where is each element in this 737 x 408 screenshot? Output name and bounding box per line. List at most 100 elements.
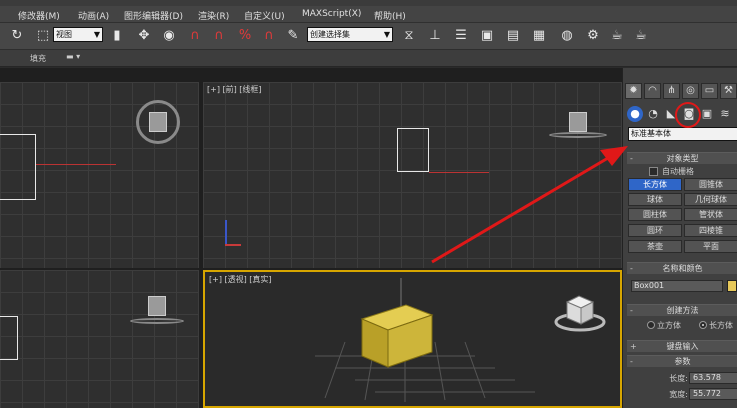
schematic-view-icon[interactable]: ▦	[530, 27, 548, 45]
length-field[interactable]: 63.578	[689, 372, 737, 384]
render-setup-icon[interactable]: ⚙	[584, 27, 602, 45]
angle-snap-icon[interactable]: ∩	[210, 27, 228, 45]
viewport-top[interactable]	[0, 82, 199, 268]
viewport-front[interactable]: [+] [前] [线框]	[203, 82, 622, 268]
command-panel: ✹ ◠ ⋔ ◎ ▭ ⚒ ● ◔ ◣ ◙ ▣ ≋ 标准基本体 - 对象类型 自动栅格…	[622, 68, 737, 408]
mirror-icon[interactable]: ⧖	[400, 27, 418, 45]
box-radio-label: 长方体	[709, 321, 733, 330]
cube-radio[interactable]	[647, 321, 655, 329]
move-icon[interactable]: ✥	[135, 27, 153, 45]
width-row: 宽度: 55.772	[627, 388, 737, 401]
edit-named-selection-icon[interactable]: ✎	[284, 27, 302, 45]
percent-snap-icon[interactable]: %	[236, 27, 254, 45]
viewcube[interactable]	[148, 296, 166, 316]
curve-editor-icon[interactable]: ▤	[504, 27, 522, 45]
width-field[interactable]: 55.772	[689, 388, 737, 400]
menu-graph-editors[interactable]: 图形编辑器(D)	[124, 9, 183, 22]
pyramid-button[interactable]: 四棱锥	[684, 224, 737, 237]
layer-manager-icon[interactable]: ☰	[452, 27, 470, 45]
populate-label[interactable]: 填充	[30, 53, 46, 64]
cameras-icon[interactable]: ◙	[681, 106, 697, 122]
select-and-manipulate-icon[interactable]: ◉	[160, 27, 178, 45]
viewport-perspective[interactable]: [+] [透视] [真实]	[203, 270, 622, 408]
ribbon-dropdown-icon[interactable]: ▬ ▾	[66, 52, 80, 61]
viewport-front-label[interactable]: [+] [前] [线框]	[207, 84, 262, 95]
axis-line	[429, 172, 489, 173]
creation-method-rollout-header[interactable]: - 创建方法	[627, 304, 737, 316]
object-name-field[interactable]: Box001	[631, 280, 723, 292]
menu-rendering[interactable]: 渲染(R)	[198, 9, 229, 22]
axis-line	[36, 164, 116, 165]
named-selection-set-select[interactable]: 创建选择集 ▼	[307, 27, 393, 42]
length-row: 长度: 63.578	[627, 372, 737, 385]
box-outline	[0, 134, 36, 200]
snap-3d-icon[interactable]: ∩	[186, 27, 204, 45]
perspective-scene	[315, 278, 606, 402]
space-warps-icon[interactable]: ≋	[717, 106, 733, 122]
box-outline	[0, 316, 18, 360]
menu-customize[interactable]: 自定义(U)	[244, 9, 285, 22]
length-label: 长度:	[669, 374, 688, 383]
command-panel-tabs: ✹ ◠ ⋔ ◎ ▭ ⚒	[623, 82, 737, 100]
tab-motion[interactable]: ◎	[682, 83, 699, 99]
lights-icon[interactable]: ◣	[663, 106, 679, 122]
menu-modifiers[interactable]: 修改器(M)	[18, 9, 60, 22]
viewcube[interactable]	[569, 112, 587, 132]
object-color-swatch[interactable]	[727, 280, 737, 292]
tab-hierarchy[interactable]: ⋔	[663, 83, 680, 99]
name-and-color-rollout-header[interactable]: - 名称和颜色	[627, 262, 737, 274]
pivot-icon[interactable]: ▮	[108, 27, 126, 45]
ribbon-bar: 填充 ▬ ▾	[0, 50, 737, 67]
render-production-icon[interactable]: ☕	[632, 27, 650, 45]
helpers-icon[interactable]: ▣	[699, 106, 715, 122]
tube-button[interactable]: 管状体	[684, 208, 737, 221]
box-outline	[397, 128, 429, 172]
align-icon[interactable]: ⊥	[426, 27, 444, 45]
box-radio[interactable]	[699, 321, 707, 329]
cylinder-button[interactable]: 圆柱体	[628, 208, 682, 221]
cone-button[interactable]: 圆锥体	[684, 178, 737, 191]
torus-button[interactable]: 圆环	[628, 224, 682, 237]
menu-animation[interactable]: 动画(A)	[78, 9, 109, 22]
graphite-toolbar-icon[interactable]: ▣	[478, 27, 496, 45]
tab-utilities[interactable]: ⚒	[720, 83, 737, 99]
viewport-area: [+] [前] [线框] [+] [透视] [真实]	[0, 68, 622, 408]
autogrid-checkbox[interactable]	[649, 167, 658, 176]
tab-create[interactable]: ✹	[625, 83, 642, 99]
redo-icon[interactable]: ↻	[8, 27, 26, 45]
viewcube[interactable]	[554, 295, 606, 332]
sphere-button[interactable]: 球体	[628, 193, 682, 206]
axis-x-line	[225, 244, 241, 246]
geometry-icon[interactable]: ●	[627, 106, 643, 122]
viewport-left[interactable]	[0, 270, 199, 408]
viewcube-ring[interactable]	[549, 132, 607, 138]
plane-button[interactable]: 平面	[684, 240, 737, 253]
viewcube[interactable]	[149, 112, 167, 132]
parameters-rollout-header[interactable]: - 参数	[627, 355, 737, 367]
tab-display[interactable]: ▭	[701, 83, 718, 99]
menu-help[interactable]: 帮助(H)	[374, 9, 406, 22]
viewcube-ring[interactable]	[130, 318, 184, 324]
axis-z-line	[225, 220, 227, 244]
create-category-tabs: ● ◔ ◣ ◙ ▣ ≋	[623, 104, 737, 124]
tab-modify[interactable]: ◠	[644, 83, 661, 99]
width-label: 宽度:	[669, 390, 688, 399]
menu-bar: 修改器(M) 动画(A) 图形编辑器(D) 渲染(R) 自定义(U) MAXSc…	[0, 6, 737, 23]
shapes-icon[interactable]: ◔	[645, 106, 661, 122]
yellow-box[interactable]	[360, 304, 434, 368]
main-toolbar: ↻ ⬚ 视图 ▼ ▮ ✥ ◉ ∩ ∩ % ∩ ✎ 创建选择集 ▼ ⧖ ⊥ ☰ ▣ ▤…	[0, 23, 737, 50]
teapot-button[interactable]: 茶壶	[628, 240, 682, 253]
menu-maxscript[interactable]: MAXScript(X)	[302, 9, 361, 19]
spinner-snap-icon[interactable]: ∩	[260, 27, 278, 45]
render-frame-icon[interactable]: ☕	[608, 27, 626, 45]
select-region-icon[interactable]: ⬚	[34, 27, 52, 45]
cube-radio-label: 立方体	[657, 321, 681, 330]
autogrid-label: 自动栅格	[662, 167, 694, 176]
geometry-type-select[interactable]: 标准基本体	[628, 127, 737, 141]
reference-coordinate-select[interactable]: 视图 ▼	[53, 27, 103, 42]
geosphere-button[interactable]: 几何球体	[684, 193, 737, 206]
keyboard-entry-rollout-header[interactable]: + 键盘输入	[627, 340, 737, 352]
box-button[interactable]: 长方体	[628, 178, 682, 191]
object-type-rollout-header[interactable]: - 对象类型	[627, 152, 737, 164]
material-editor-icon[interactable]: ◍	[558, 27, 576, 45]
